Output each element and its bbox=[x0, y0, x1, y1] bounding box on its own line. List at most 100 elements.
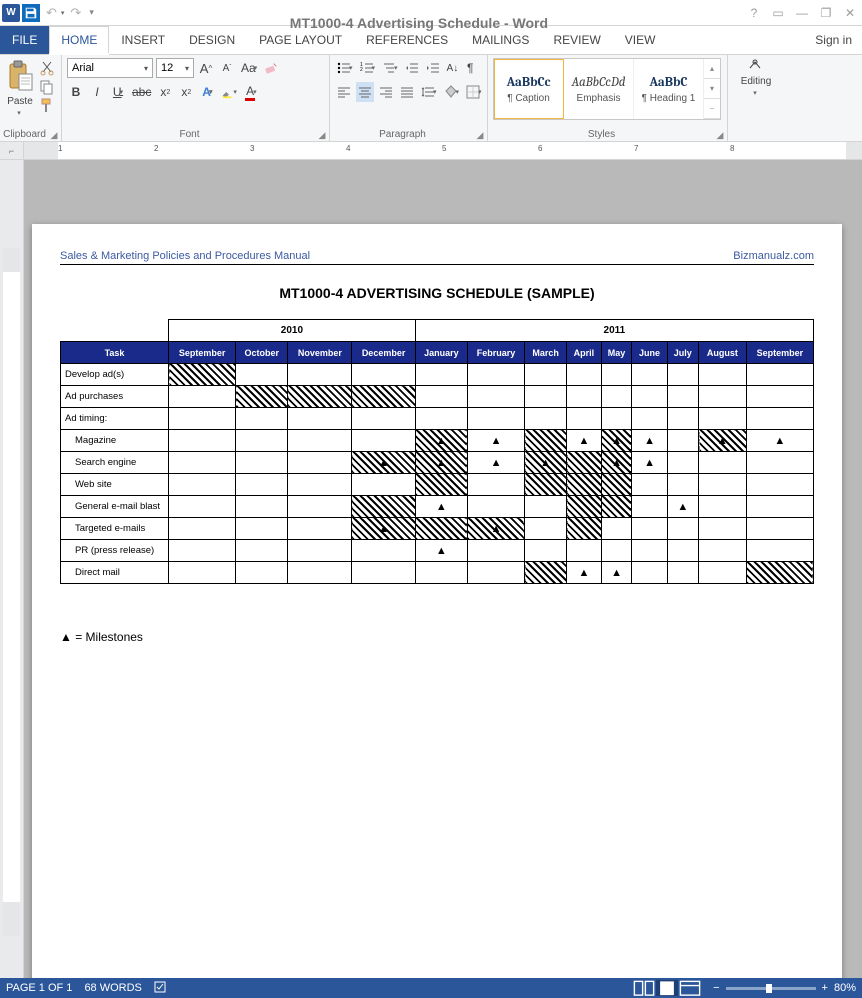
zoom-slider[interactable] bbox=[726, 987, 816, 990]
ribbon-display-icon[interactable]: ▭ bbox=[766, 2, 790, 24]
clear-format-icon[interactable] bbox=[262, 58, 280, 78]
scroll-up-icon[interactable]: ▴ bbox=[704, 59, 720, 79]
undo-icon[interactable]: ↶ bbox=[42, 5, 61, 21]
paste-button[interactable]: Paste ▾ bbox=[5, 58, 35, 117]
change-case-icon[interactable]: Aa▾ bbox=[239, 58, 259, 78]
web-layout-icon[interactable] bbox=[679, 980, 701, 996]
redo-icon[interactable]: ↷ bbox=[66, 5, 85, 21]
milestone-icon: ▲ bbox=[611, 457, 622, 469]
align-center-icon[interactable] bbox=[356, 82, 374, 102]
styles-launcher-icon[interactable]: ◢ bbox=[715, 130, 725, 140]
zoom-in-icon[interactable]: + bbox=[822, 982, 828, 994]
style-heading1[interactable]: AaBbC¶ Heading 1 bbox=[634, 59, 704, 119]
tab-file[interactable]: FILE bbox=[0, 26, 49, 54]
clipboard-launcher-icon[interactable]: ◢ bbox=[49, 130, 59, 140]
undo-dropdown-icon[interactable]: ▾ bbox=[61, 9, 65, 17]
schedule-cell bbox=[601, 386, 632, 408]
show-hide-icon[interactable]: ¶ bbox=[463, 58, 477, 78]
help-icon[interactable]: ? bbox=[742, 2, 766, 24]
increase-indent-icon[interactable] bbox=[424, 58, 442, 78]
editing-dropdown-icon[interactable]: ▾ bbox=[753, 89, 757, 97]
schedule-cell bbox=[667, 518, 698, 540]
bullets-icon[interactable]: ▾ bbox=[335, 58, 355, 78]
tab-references[interactable]: REFERENCES bbox=[354, 26, 460, 54]
subscript-button[interactable]: x2 bbox=[156, 82, 174, 102]
table-row: Develop ad(s) bbox=[61, 364, 814, 386]
bold-button[interactable]: B bbox=[67, 82, 85, 102]
print-layout-icon[interactable] bbox=[656, 980, 678, 996]
paragraph-launcher-icon[interactable]: ◢ bbox=[475, 130, 485, 140]
highlight-icon[interactable]: ▾ bbox=[219, 82, 239, 102]
vertical-ruler[interactable] bbox=[0, 160, 24, 978]
customize-qat-icon[interactable]: ▾ bbox=[87, 7, 96, 18]
restore-icon[interactable]: ❐ bbox=[814, 2, 838, 24]
tab-home[interactable]: HOME bbox=[49, 26, 109, 54]
horizontal-ruler[interactable]: 12345678 bbox=[24, 142, 862, 159]
borders-icon[interactable]: ▾ bbox=[464, 82, 484, 102]
justify-icon[interactable] bbox=[398, 82, 416, 102]
text-effects-icon[interactable]: A▾ bbox=[198, 82, 216, 102]
font-size-combo[interactable]: 12▾ bbox=[156, 58, 194, 78]
save-icon[interactable] bbox=[22, 4, 40, 22]
shrink-font-icon[interactable]: Aˇ bbox=[218, 58, 236, 78]
read-mode-icon[interactable] bbox=[633, 980, 655, 996]
align-right-icon[interactable] bbox=[377, 82, 395, 102]
month-header: January bbox=[415, 342, 467, 364]
tab-insert[interactable]: INSERT bbox=[109, 26, 177, 54]
multilevel-icon[interactable]: ▾ bbox=[380, 58, 400, 78]
underline-button[interactable]: U▾ bbox=[109, 82, 127, 102]
schedule-cell: ▲ bbox=[415, 452, 467, 474]
tab-view[interactable]: VIEW bbox=[613, 26, 668, 54]
milestone-icon: ▲ bbox=[378, 523, 389, 535]
tab-review[interactable]: REVIEW bbox=[541, 26, 612, 54]
close-icon[interactable]: ✕ bbox=[838, 2, 862, 24]
task-name: General e-mail blast bbox=[61, 496, 169, 518]
italic-button[interactable]: I bbox=[88, 82, 106, 102]
grow-font-icon[interactable]: A^ bbox=[197, 58, 215, 78]
decrease-indent-icon[interactable] bbox=[403, 58, 421, 78]
tab-page-layout[interactable]: PAGE LAYOUT bbox=[247, 26, 354, 54]
font-color-icon[interactable]: A▾ bbox=[242, 82, 260, 102]
task-name: Direct mail bbox=[61, 562, 169, 584]
tab-design[interactable]: DESIGN bbox=[177, 26, 247, 54]
style-caption[interactable]: AaBbCc¶ Caption bbox=[494, 59, 564, 119]
font-launcher-icon[interactable]: ◢ bbox=[317, 130, 327, 140]
numbering-icon[interactable]: 12▾ bbox=[358, 58, 378, 78]
paste-dropdown-icon[interactable]: ▾ bbox=[17, 109, 21, 117]
group-clipboard: Paste ▾ Clipboard ◢ bbox=[0, 55, 62, 141]
schedule-cell bbox=[288, 518, 352, 540]
tab-mailings[interactable]: MAILINGS bbox=[460, 26, 541, 54]
font-name-combo[interactable]: Arial▾ bbox=[67, 58, 153, 78]
strike-button[interactable]: abc bbox=[130, 82, 153, 102]
line-spacing-icon[interactable]: ▾ bbox=[419, 82, 439, 102]
schedule-cell bbox=[169, 496, 236, 518]
tab-selector-icon[interactable]: ⌐ bbox=[0, 142, 24, 159]
proofing-icon[interactable] bbox=[154, 980, 168, 997]
minimize-icon[interactable]: — bbox=[790, 2, 814, 24]
format-painter-icon[interactable] bbox=[39, 98, 55, 114]
status-page[interactable]: PAGE 1 OF 1 bbox=[6, 982, 72, 994]
styles-gallery[interactable]: AaBbCc¶ Caption AaBbCcDdEmphasis AaBbC¶ … bbox=[493, 58, 721, 120]
zoom-value[interactable]: 80% bbox=[834, 982, 856, 994]
superscript-button[interactable]: x2 bbox=[177, 82, 195, 102]
schedule-cell bbox=[525, 386, 567, 408]
svg-text:2: 2 bbox=[360, 67, 363, 73]
schedule-cell bbox=[415, 518, 467, 540]
month-header: February bbox=[467, 342, 524, 364]
shading-icon[interactable]: ▾ bbox=[442, 82, 462, 102]
scroll-down-icon[interactable]: ▾ bbox=[704, 79, 720, 99]
sign-in-link[interactable]: Sign in bbox=[805, 26, 862, 54]
copy-icon[interactable] bbox=[39, 79, 55, 95]
sort-icon[interactable]: A↓ bbox=[445, 58, 461, 78]
schedule-cell bbox=[525, 540, 567, 562]
style-emphasis[interactable]: AaBbCcDdEmphasis bbox=[564, 59, 634, 119]
editing-button[interactable]: Editing ▾ bbox=[741, 58, 772, 97]
gallery-scroll[interactable]: ▴▾⎯ bbox=[704, 59, 720, 119]
align-left-icon[interactable] bbox=[335, 82, 353, 102]
zoom-out-icon[interactable]: − bbox=[713, 982, 719, 994]
scroll-more-icon[interactable]: ⎯ bbox=[704, 99, 720, 119]
cut-icon[interactable] bbox=[39, 60, 55, 76]
status-words[interactable]: 68 WORDS bbox=[84, 982, 141, 994]
header-right: Bizmanualz.com bbox=[733, 250, 814, 262]
schedule-cell bbox=[236, 386, 288, 408]
